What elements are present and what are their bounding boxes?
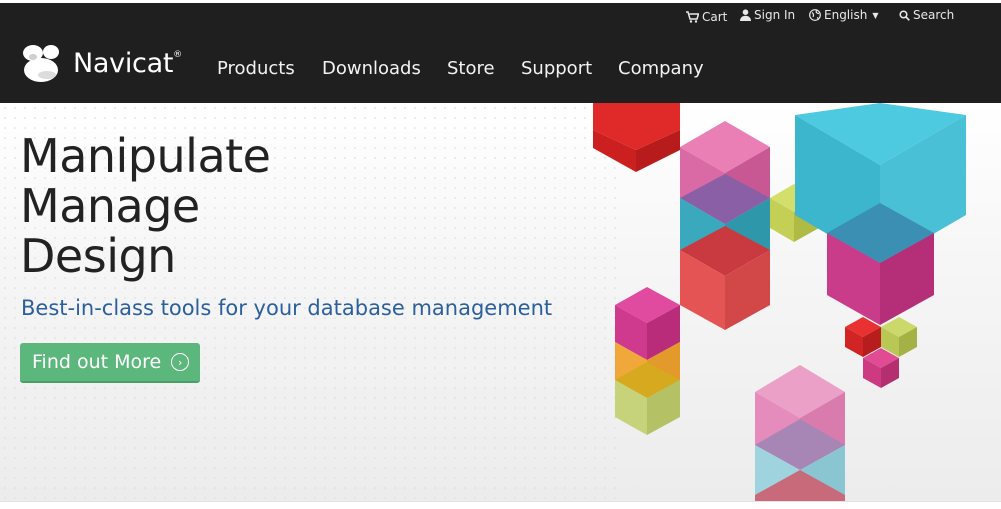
caret-down-icon: ▼: [872, 10, 879, 20]
nav-store[interactable]: Store: [447, 58, 495, 79]
nav-downloads[interactable]: Downloads: [322, 58, 421, 79]
sign-in-link[interactable]: Sign In: [740, 8, 795, 22]
cart-icon: [686, 11, 699, 23]
sign-in-label: Sign In: [754, 8, 796, 22]
language-selector[interactable]: English ▼: [809, 8, 879, 22]
search-link[interactable]: Search: [899, 8, 954, 22]
search-label: Search: [913, 8, 955, 22]
language-label: English: [824, 8, 868, 22]
main-nav: Products Downloads Store Support Company: [0, 58, 1001, 82]
search-icon: [899, 9, 910, 21]
cart-label: Cart: [702, 10, 728, 24]
utility-bar: Cart Sign In English ▼ Search: [0, 7, 1001, 25]
cubes-illustration: [593, 103, 966, 501]
globe-icon: [809, 9, 821, 21]
nav-products[interactable]: Products: [217, 58, 295, 79]
hero-banner: Manipulate Manage Design Best-in-class t…: [0, 103, 1001, 501]
cart-link[interactable]: Cart: [686, 10, 727, 24]
user-icon: [740, 9, 751, 21]
nav-company[interactable]: Company: [618, 58, 704, 79]
header: Cart Sign In English ▼ Search Navicat® P…: [0, 0, 1001, 103]
nav-support[interactable]: Support: [521, 58, 592, 79]
